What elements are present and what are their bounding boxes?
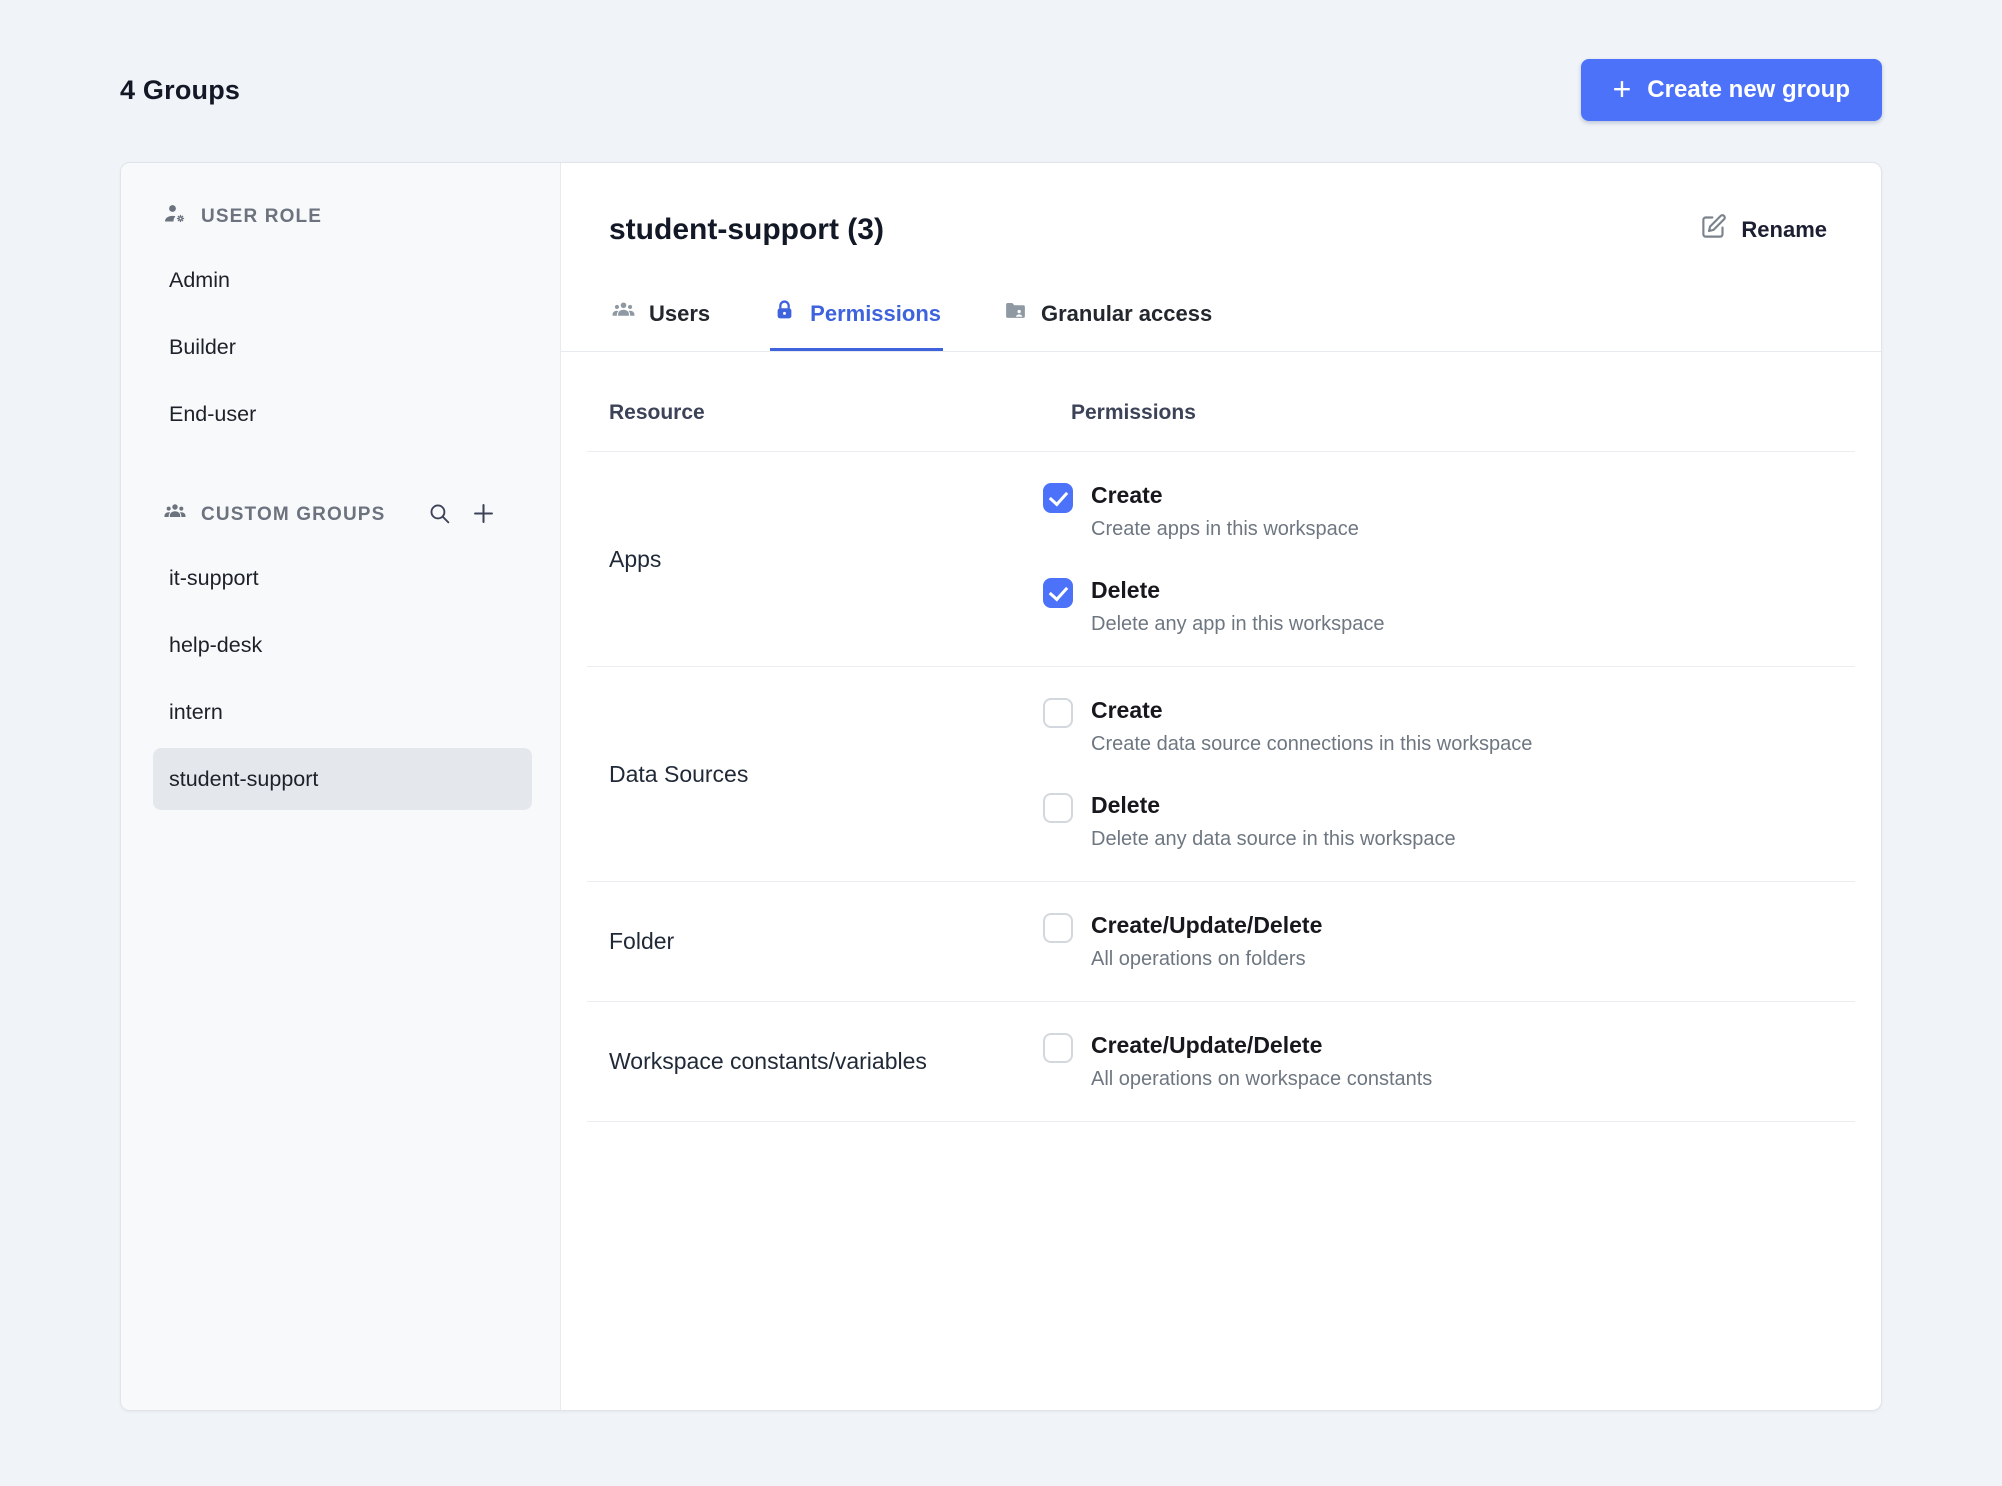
permission-entry: Create Create data source connections in… xyxy=(1043,697,1855,756)
rename-label: Rename xyxy=(1741,216,1827,242)
permission-entry: Delete Delete any app in this workspace xyxy=(1043,577,1855,636)
edit-icon xyxy=(1700,213,1727,246)
user-role-icon xyxy=(163,202,187,232)
resource-label: Folder xyxy=(609,928,675,954)
tab-granular-access[interactable]: Granular access xyxy=(1001,264,1214,351)
permission-entry: Create/Update/Delete All operations on w… xyxy=(1043,1032,1855,1091)
search-groups-button[interactable] xyxy=(425,499,454,531)
data-sources-create-checkbox[interactable] xyxy=(1043,698,1073,728)
tab-granular-access-label: Granular access xyxy=(1041,300,1213,326)
resource-label: Data Sources xyxy=(609,760,749,787)
group-title: student-support (3) xyxy=(609,212,884,246)
groups-sidebar: USER ROLE Admin Builder End-user CUSTOM … xyxy=(121,163,561,1410)
topbar: 4 Groups + Create new group xyxy=(120,58,1882,122)
search-icon xyxy=(427,501,452,529)
page-title: 4 Groups xyxy=(120,74,241,105)
sidebar-item-student-support[interactable]: student-support xyxy=(153,748,532,810)
tab-users[interactable]: Users xyxy=(609,264,712,351)
permission-label: Delete xyxy=(1091,792,1161,818)
tab-permissions-label: Permissions xyxy=(810,300,941,326)
add-group-icon xyxy=(470,500,497,530)
user-role-section-header: USER ROLE xyxy=(153,203,532,231)
rename-button[interactable]: Rename xyxy=(1694,209,1833,250)
sidebar-item-builder[interactable]: Builder xyxy=(153,316,532,378)
permission-entry: Delete Delete any data source in this wo… xyxy=(1043,792,1855,851)
permission-entry: Create/Update/Delete All operations on f… xyxy=(1043,912,1855,971)
create-new-group-button[interactable]: + Create new group xyxy=(1580,59,1882,121)
resource-label: Apps xyxy=(609,545,662,572)
apps-create-checkbox[interactable] xyxy=(1043,483,1073,513)
custom-groups-section-header: CUSTOM GROUPS xyxy=(153,501,532,529)
table-row-workspace-constants: Workspace constants/variables Create/Upd… xyxy=(587,1002,1855,1122)
permission-label: Create xyxy=(1091,482,1163,508)
table-row-folder: Folder Create/Update/Delete All operatio… xyxy=(587,882,1855,1002)
permission-description: Delete any data source in this workspace xyxy=(1091,828,1456,850)
plus-icon: + xyxy=(1612,70,1632,107)
permission-description: Delete any app in this workspace xyxy=(1091,613,1385,635)
user-role-list: Admin Builder End-user xyxy=(153,249,532,445)
permission-label: Create xyxy=(1091,697,1163,723)
groups-card: USER ROLE Admin Builder End-user CUSTOM … xyxy=(120,162,1882,1411)
permissions-column-header: Permissions xyxy=(1071,401,1196,424)
workspace-constants-cud-checkbox[interactable] xyxy=(1043,1033,1073,1063)
permission-label: Create/Update/Delete xyxy=(1091,1032,1323,1058)
users-icon xyxy=(611,298,636,329)
tab-permissions[interactable]: Permissions xyxy=(770,264,943,351)
tab-users-label: Users xyxy=(649,300,711,326)
permission-description: All operations on folders xyxy=(1091,948,1306,970)
permission-label: Create/Update/Delete xyxy=(1091,912,1323,938)
permissions-table-header: Resource Permissions xyxy=(587,352,1855,452)
custom-groups-header-label: CUSTOM GROUPS xyxy=(201,504,386,525)
group-detail-panel: student-support (3) Rename Users Permiss… xyxy=(561,163,1881,1410)
folder-cud-checkbox[interactable] xyxy=(1043,913,1073,943)
table-row-apps: Apps Create Create apps in this workspac… xyxy=(587,452,1855,667)
groups-page: 4 Groups + Create new group USER ROLE Ad… xyxy=(0,0,2002,1411)
permission-description: All operations on workspace constants xyxy=(1091,1068,1433,1090)
custom-groups-list: it-support help-desk intern student-supp… xyxy=(153,547,532,810)
permission-description: Create data source connections in this w… xyxy=(1091,733,1533,755)
group-detail-tabs: Users Permissions Granular access xyxy=(561,264,1881,352)
custom-groups-icon xyxy=(163,500,187,530)
table-row-data-sources: Data Sources Create Create data source c… xyxy=(587,667,1855,882)
sidebar-item-help-desk[interactable]: help-desk xyxy=(153,614,532,676)
permission-label: Delete xyxy=(1091,577,1161,603)
lock-icon xyxy=(772,298,797,329)
sidebar-item-it-support[interactable]: it-support xyxy=(153,547,532,609)
sidebar-item-admin[interactable]: Admin xyxy=(153,249,532,311)
add-group-button[interactable] xyxy=(468,498,499,532)
permission-entry: Create Create apps in this workspace xyxy=(1043,482,1855,541)
folder-icon xyxy=(1003,298,1028,329)
create-new-group-label: Create new group xyxy=(1647,76,1850,103)
user-role-header-label: USER ROLE xyxy=(201,206,323,227)
group-detail-header: student-support (3) Rename xyxy=(587,163,1855,250)
sidebar-item-end-user[interactable]: End-user xyxy=(153,383,532,445)
permission-description: Create apps in this workspace xyxy=(1091,518,1359,540)
data-sources-delete-checkbox[interactable] xyxy=(1043,793,1073,823)
apps-delete-checkbox[interactable] xyxy=(1043,578,1073,608)
sidebar-item-intern[interactable]: intern xyxy=(153,681,532,743)
resource-column-header: Resource xyxy=(609,401,705,424)
resource-label: Workspace constants/variables xyxy=(609,1048,927,1074)
